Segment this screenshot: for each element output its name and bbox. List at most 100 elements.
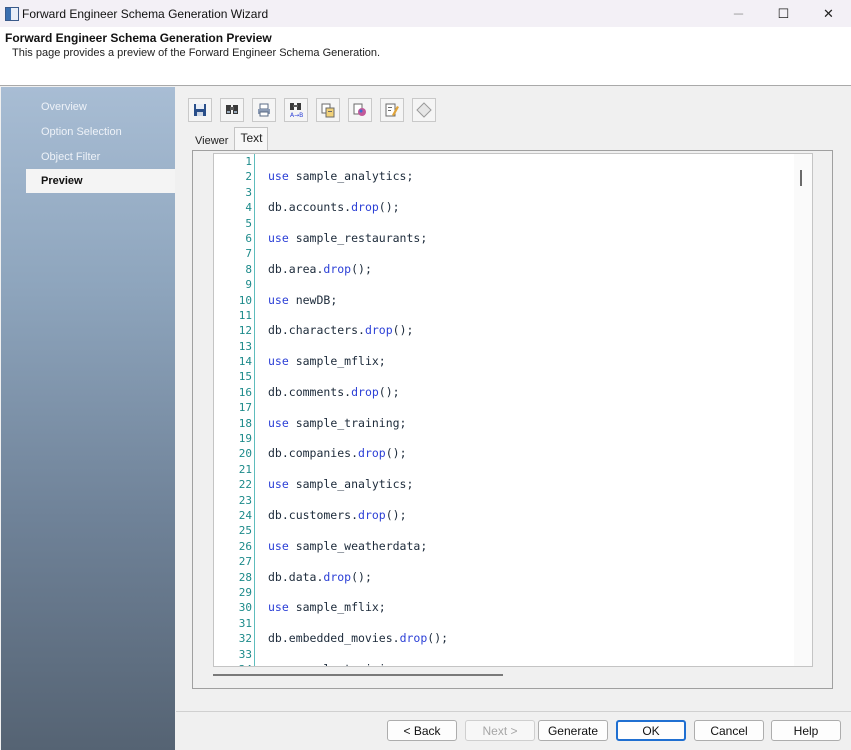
code-function: drop (351, 200, 379, 215)
code-tail: (); (392, 323, 414, 338)
sidebar-item-option-selection[interactable]: Option Selection (26, 120, 175, 144)
line-number: 34 (214, 662, 252, 666)
line-number: 33 (238, 647, 252, 661)
line-number: 20 (238, 447, 252, 461)
sidebar-item-overview[interactable]: Overview (26, 95, 175, 119)
line-number: 28 (238, 570, 252, 584)
code-tail: (); (427, 631, 449, 646)
line-number: 4 (245, 201, 252, 215)
code-body: db.area. (268, 261, 324, 276)
preview-panel: A→B Viewer Text 1 2 use sample_analytics; 3… (176, 87, 851, 711)
code-line: 33 (214, 647, 812, 662)
line-number: 2 (245, 170, 252, 184)
edit-button[interactable] (380, 98, 404, 122)
minimize-button[interactable]: ─ (716, 0, 761, 27)
code-body: sample_training; (289, 662, 407, 666)
editor-frame: 1 2 use sample_analytics; 3 4 db.accounts.dro… (192, 150, 833, 689)
horizontal-scrollbar[interactable] (213, 668, 813, 682)
code-line: 5 (214, 216, 812, 231)
code-body: db.comments. (268, 384, 352, 399)
code-line: 12 db.characters.drop(); (214, 323, 812, 338)
code-line: 15 (214, 369, 812, 384)
help-button[interactable]: Help (771, 720, 841, 741)
code-body: db.data. (268, 569, 324, 584)
title-bar: Forward Engineer Schema Generation Wizar… (0, 0, 851, 27)
code-line: 4 db.accounts.drop(); (214, 200, 812, 215)
replace-button[interactable]: A→B (284, 98, 308, 122)
horizontal-scroll-thumb[interactable] (213, 674, 503, 676)
color-palette-icon (353, 103, 366, 116)
code-line: 29 (214, 585, 812, 600)
code-text: use sample_restaurants; (268, 231, 427, 246)
code-tail: (); (378, 200, 400, 215)
code-text: db.data.drop(); (268, 570, 372, 585)
code-text: db.customers.drop(); (268, 508, 407, 523)
code-text: use sample_training; (268, 662, 407, 666)
line-number: 13 (238, 339, 252, 353)
code-line: 8 db.area.drop(); (214, 262, 812, 277)
line-number: 8 (245, 262, 252, 276)
code-keyword: use (268, 292, 289, 307)
code-body: db.characters. (268, 323, 365, 338)
code-function: drop (358, 507, 386, 522)
tab-viewer[interactable]: Viewer (189, 130, 234, 150)
line-number: 9 (245, 278, 252, 292)
code-text: db.accounts.drop(); (268, 200, 400, 215)
wizard-header: Forward Engineer Schema Generation Previ… (0, 27, 851, 86)
copy-icon (321, 103, 335, 118)
save-button[interactable] (188, 98, 212, 122)
code-line: 25 (214, 523, 812, 538)
print-icon (258, 103, 270, 117)
ok-button[interactable]: OK (616, 720, 686, 741)
line-number: 6 (245, 231, 252, 245)
cancel-button[interactable]: Cancel (694, 720, 764, 741)
line-number: 17 (238, 401, 252, 415)
line-number: 30 (238, 601, 252, 615)
clear-button[interactable] (412, 98, 436, 122)
page-subtitle: This page provides a preview of the Forw… (12, 47, 381, 59)
line-number: 16 (238, 385, 252, 399)
code-line: 27 (214, 554, 812, 569)
code-line: 7 (214, 246, 812, 261)
line-number: 26 (238, 539, 252, 553)
code-keyword: use (268, 477, 289, 492)
vertical-scroll-thumb[interactable] (800, 170, 802, 186)
line-number: 24 (238, 508, 252, 522)
code-keyword: use (268, 230, 289, 245)
maximize-button[interactable]: ☐ (761, 0, 806, 27)
code-text: use newDB; (268, 293, 337, 308)
line-number: 18 (238, 416, 252, 430)
clear-icon (416, 102, 432, 118)
back-button[interactable]: < Back (387, 720, 457, 741)
code-tail: (); (351, 261, 372, 276)
vertical-scrollbar[interactable] (794, 154, 812, 666)
svg-text:A→B: A→B (290, 112, 303, 118)
sidebar-item-object-filter[interactable]: Object Filter (26, 145, 175, 169)
code-editor[interactable]: 1 2 use sample_analytics; 3 4 db.accounts.dro… (213, 153, 813, 667)
code-body: sample_mflix; (288, 354, 386, 369)
find-button[interactable] (220, 98, 244, 122)
replace-icon: A→B (290, 103, 303, 118)
tab-text[interactable]: Text (234, 127, 269, 150)
code-text: db.embedded_movies.drop(); (268, 631, 448, 646)
code-keyword: use (268, 538, 289, 553)
code-line: 11 (214, 308, 812, 323)
code-line: 10 use newDB; (214, 293, 812, 308)
close-button[interactable]: ✕ (806, 0, 851, 27)
color-palette-button[interactable] (348, 98, 372, 122)
code-body: db.embedded_movies. (268, 631, 400, 646)
sidebar-item-preview[interactable]: Preview (26, 169, 175, 193)
wizard-footer: < Back Next > Generate OK Cancel Help (176, 712, 851, 750)
code-text: db.area.drop(); (268, 262, 372, 277)
code-line: 23 (214, 493, 812, 508)
copy-button[interactable] (316, 98, 340, 122)
page-title: Forward Engineer Schema Generation Previ… (5, 31, 272, 45)
print-button[interactable] (252, 98, 276, 122)
code-body: sample_restaurants; (288, 230, 428, 245)
next-button[interactable]: Next > (465, 720, 535, 741)
code-body: sample_mflix; (288, 600, 386, 615)
code-text: use sample_mflix; (268, 600, 386, 615)
line-number: 23 (238, 493, 252, 507)
window-controls: ─ ☐ ✕ (716, 0, 851, 27)
generate-button[interactable]: Generate (538, 720, 608, 741)
